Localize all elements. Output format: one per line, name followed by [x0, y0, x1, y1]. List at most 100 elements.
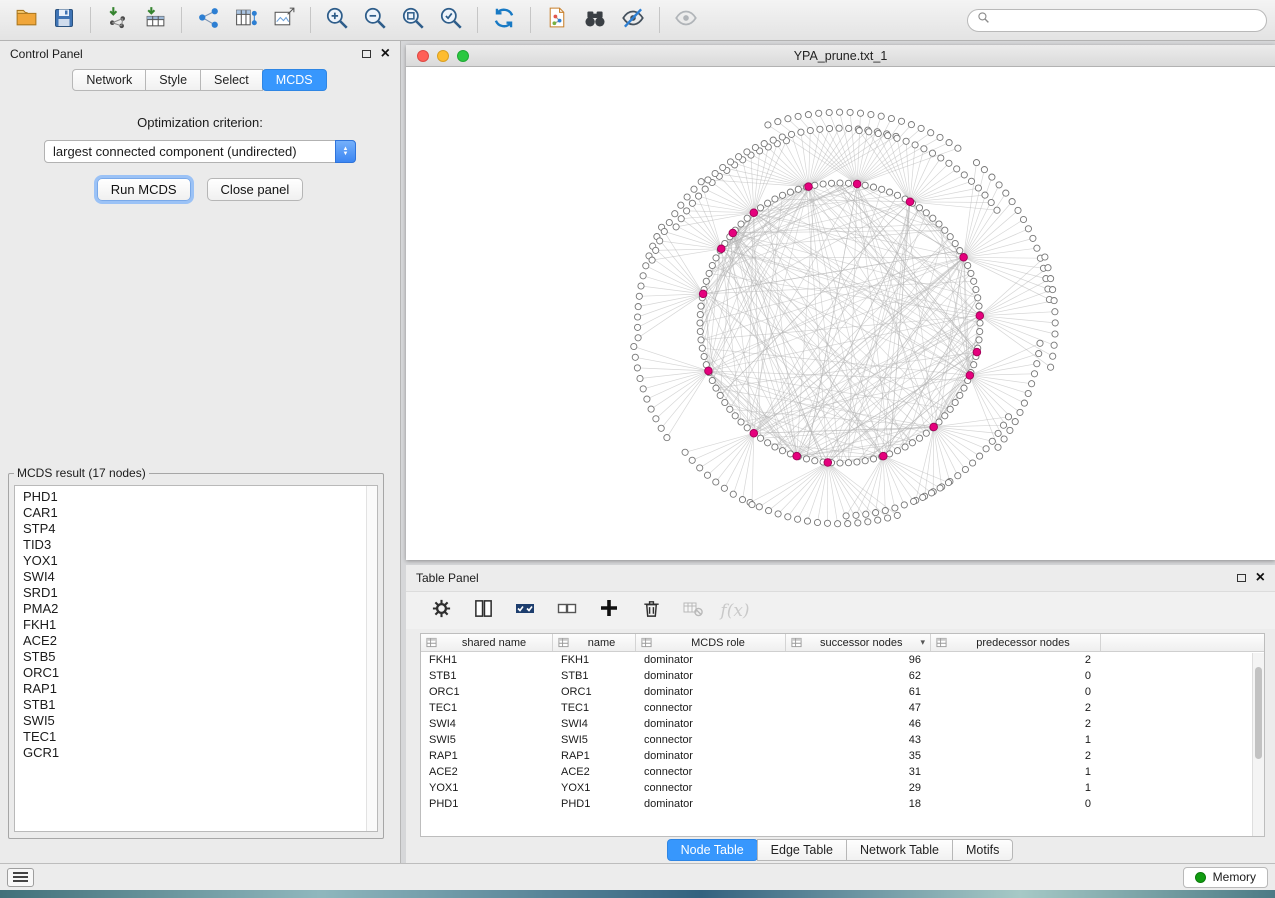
network-node[interactable] — [757, 435, 763, 441]
network-node[interactable] — [1045, 265, 1051, 271]
network-node[interactable] — [732, 413, 738, 419]
network-node[interactable] — [856, 128, 862, 134]
network-node[interactable] — [772, 196, 778, 202]
table-row[interactable]: SWI4SWI4dominator462 — [421, 716, 1264, 732]
network-node[interactable] — [1029, 381, 1035, 387]
network-node[interactable] — [1025, 226, 1031, 232]
memory-button[interactable]: Memory — [1183, 867, 1268, 888]
tab-edge-table[interactable]: Edge Table — [757, 839, 847, 861]
network-node[interactable] — [945, 480, 951, 486]
network-node[interactable] — [947, 406, 953, 412]
network-node[interactable] — [968, 270, 974, 276]
column-header[interactable]: predecessor nodes — [931, 634, 1101, 651]
network-node[interactable] — [657, 238, 663, 244]
mcds-result-item[interactable]: STB5 — [23, 649, 377, 665]
network-node[interactable] — [727, 406, 733, 412]
network-node[interactable] — [1030, 235, 1036, 241]
optimization-select[interactable]: largest connected component (undirected)… — [44, 140, 356, 163]
add-column-button[interactable] — [596, 598, 622, 624]
network-node[interactable] — [828, 180, 834, 186]
network-node[interactable] — [961, 385, 967, 391]
network-node[interactable] — [862, 182, 868, 188]
refresh-view-button[interactable] — [486, 3, 522, 37]
network-node[interactable] — [952, 399, 958, 405]
network-node[interactable] — [684, 208, 690, 214]
tab-select[interactable]: Select — [200, 69, 263, 91]
network-node[interactable] — [717, 392, 723, 398]
network-node[interactable] — [875, 130, 881, 136]
mcds-dominator-node[interactable] — [966, 372, 974, 380]
network-node[interactable] — [1015, 207, 1021, 213]
mcds-result-item[interactable]: YOX1 — [23, 553, 377, 569]
network-node[interactable] — [636, 293, 642, 299]
network-node[interactable] — [976, 303, 982, 309]
search-box[interactable] — [967, 9, 1267, 32]
network-node[interactable] — [971, 362, 977, 368]
network-node[interactable] — [1051, 298, 1057, 304]
network-node[interactable] — [996, 182, 1002, 188]
network-node[interactable] — [976, 337, 982, 343]
mcds-result-item[interactable]: SWI4 — [23, 569, 377, 585]
network-node[interactable] — [631, 343, 637, 349]
network-node[interactable] — [766, 508, 772, 514]
network-node[interactable] — [727, 159, 733, 165]
zoom-in-button[interactable] — [319, 3, 355, 37]
mcds-dominator-node[interactable] — [750, 209, 758, 217]
network-node[interactable] — [812, 458, 818, 464]
network-node[interactable] — [955, 473, 961, 479]
close-panel-icon[interactable]: × — [1256, 572, 1265, 584]
network-node[interactable] — [704, 472, 710, 478]
network-node[interactable] — [795, 516, 801, 522]
table-row[interactable]: TEC1TEC1connector472 — [421, 700, 1264, 716]
network-node[interactable] — [847, 109, 853, 115]
table-settings-button[interactable] — [428, 598, 454, 624]
table-row[interactable]: PHD1PHD1dominator180 — [421, 796, 1264, 812]
network-node[interactable] — [765, 440, 771, 446]
network-node[interactable] — [817, 126, 823, 132]
close-window-icon[interactable] — [417, 50, 429, 62]
network-node[interactable] — [903, 138, 909, 144]
network-node[interactable] — [775, 511, 781, 517]
network-node[interactable] — [981, 167, 987, 173]
network-node[interactable] — [1052, 320, 1058, 326]
network-node[interactable] — [961, 172, 967, 178]
network-node[interactable] — [1050, 353, 1056, 359]
network-node[interactable] — [894, 135, 900, 141]
network-node[interactable] — [1001, 436, 1007, 442]
network-node[interactable] — [672, 211, 678, 217]
network-node[interactable] — [938, 155, 944, 161]
network-node[interactable] — [942, 413, 948, 419]
network-node[interactable] — [835, 521, 841, 527]
clear-table-button[interactable] — [680, 598, 706, 624]
mcds-result-item[interactable]: STB1 — [23, 697, 377, 713]
table-row[interactable]: ORC1ORC1dominator610 — [421, 684, 1264, 700]
network-node[interactable] — [824, 520, 830, 526]
column-header[interactable]: name — [553, 634, 636, 651]
network-node[interactable] — [923, 210, 929, 216]
network-node[interactable] — [785, 116, 791, 122]
network-node[interactable] — [920, 494, 926, 500]
network-node[interactable] — [637, 375, 643, 381]
network-node[interactable] — [875, 517, 881, 523]
network-node[interactable] — [909, 440, 915, 446]
network-node[interactable] — [684, 194, 690, 200]
network-node[interactable] — [638, 283, 644, 289]
network-node[interactable] — [977, 328, 983, 334]
network-node[interactable] — [843, 513, 849, 519]
network-node[interactable] — [779, 192, 785, 198]
network-node[interactable] — [1050, 287, 1056, 293]
network-node[interactable] — [973, 160, 979, 166]
network-node[interactable] — [1020, 216, 1026, 222]
network-node[interactable] — [988, 199, 994, 205]
network-node[interactable] — [635, 324, 641, 330]
close-panel-button[interactable]: Close panel — [207, 178, 304, 201]
mcds-dominator-node[interactable] — [729, 229, 737, 237]
table-row[interactable]: SWI5SWI5connector431 — [421, 732, 1264, 748]
network-node[interactable] — [826, 109, 832, 115]
network-node[interactable] — [853, 512, 859, 518]
network-node[interactable] — [937, 134, 943, 140]
zoom-fit-button[interactable] — [395, 3, 431, 37]
mcds-dominator-node[interactable] — [960, 254, 968, 262]
maximize-window-icon[interactable] — [457, 50, 469, 62]
tab-mcds[interactable]: MCDS — [262, 69, 327, 91]
